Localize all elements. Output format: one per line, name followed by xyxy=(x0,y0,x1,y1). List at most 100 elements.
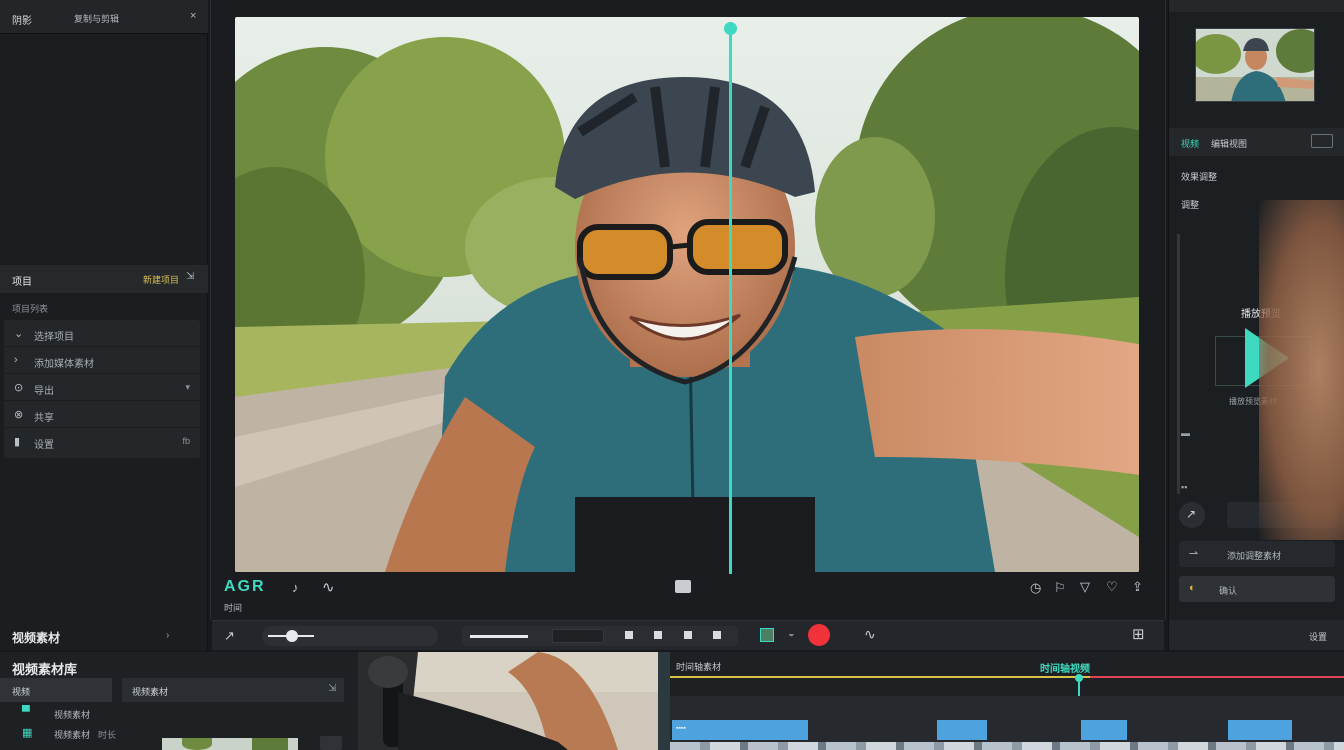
effect-adjust-label: 效果调整 xyxy=(1181,172,1218,182)
left-top-title[interactable]: 阴影 xyxy=(12,12,32,27)
timeline-panel: 时间轴素材 时间轴视频 ▪▪▪▪ xyxy=(670,652,1344,750)
volume-slider-track[interactable] xyxy=(262,626,438,646)
media-library-title: 视频素材库 xyxy=(12,662,78,677)
list-item-label: 共享 xyxy=(34,413,54,424)
cyclist-photo xyxy=(235,17,1139,572)
project-section-title: 项目 xyxy=(12,277,32,288)
audio-icon[interactable]: ♪ xyxy=(292,580,299,595)
add-adjust-label: 添加调整素材 xyxy=(1227,551,1282,561)
share-icon: ⊗ xyxy=(14,409,24,421)
thumbnail-photo xyxy=(1196,29,1314,101)
step-square-3[interactable] xyxy=(684,631,692,639)
new-project-link[interactable]: 新建项目 xyxy=(143,273,179,286)
chevron-down-icon: ⌄ xyxy=(14,328,24,340)
left-top-bar: 阴影 复制与剪辑 × xyxy=(0,0,208,34)
confirm-button[interactable]: ◐ 确认 xyxy=(1179,576,1335,602)
list-item-label: 添加媒体素材 xyxy=(34,359,94,370)
media-row-two-label[interactable]: 视频素材 xyxy=(54,728,90,741)
media-library-panel: 视频素材库 视频 视频素材 ⇲ ▀ 视频素材 ▦ 视频素材 时长 xyxy=(0,652,358,750)
media-tab-materials-label: 视频素材 xyxy=(132,687,169,697)
hand-overlay xyxy=(1259,200,1344,540)
project-action-list: ⌄ 选择项目 › 添加媒体素材 ⊙ 导出 ▾ ⊗ 共享 ▮ 设置 fb xyxy=(4,320,200,458)
step-square-2[interactable] xyxy=(654,631,662,639)
timecode-display: AGR xyxy=(224,578,266,595)
clip-block[interactable] xyxy=(937,720,987,740)
add-adjust-control[interactable]: ⇀ 添加调整素材 xyxy=(1179,541,1335,567)
right-header-title: 编辑视图 xyxy=(1211,139,1248,149)
left-top-subtitle[interactable]: 复制与剪辑 xyxy=(74,12,119,25)
step-square-1[interactable] xyxy=(625,631,633,639)
panel-toggle-icon[interactable] xyxy=(1311,134,1333,148)
curve-icon[interactable]: ↗ xyxy=(224,628,235,644)
waveform-icon[interactable]: ∿ xyxy=(322,578,335,596)
video-preview-image xyxy=(235,17,1139,572)
caption-icon[interactable] xyxy=(675,580,691,593)
close-icon[interactable]: × xyxy=(190,10,196,22)
right-header-tag: 视频 xyxy=(1181,139,1200,149)
clip-block[interactable] xyxy=(1228,720,1292,740)
list-item[interactable]: ⊙ 导出 ▾ xyxy=(4,374,200,401)
minus-icon[interactable]: ▬ xyxy=(1181,428,1190,438)
media-tab-video[interactable]: 视频 xyxy=(0,678,112,702)
chat-icon[interactable]: ◒ xyxy=(788,628,795,640)
clip-block[interactable]: ▪▪▪▪ xyxy=(672,720,808,740)
right-footer-label[interactable]: 设置 xyxy=(1309,630,1327,643)
clock-icon[interactable]: ◷ xyxy=(1030,580,1041,596)
list-item-label: 导出 xyxy=(34,386,54,397)
export-circle-icon: ⊙ xyxy=(14,382,24,394)
wave-icon[interactable]: ∿ xyxy=(864,626,876,643)
right-footer: 设置 xyxy=(1169,620,1344,650)
scrub-track[interactable] xyxy=(462,626,738,646)
confirm-label: 确认 xyxy=(1219,586,1238,596)
left-panel: 阴影 复制与剪辑 × 项目 新建项目 ⇲ 项目列表 ⌄ 选择项目 › 添加媒体素… xyxy=(0,0,208,650)
pin-icon[interactable]: ♡ xyxy=(1106,579,1118,595)
chevron-right-icon: › xyxy=(14,354,18,366)
vertical-slider[interactable] xyxy=(1177,234,1180,494)
caret-down-icon: ▾ xyxy=(185,382,190,392)
handlebar-photo xyxy=(358,652,670,750)
grid-icon[interactable]: ⊞ xyxy=(1132,625,1145,643)
list-item-label: 选择项目 xyxy=(34,332,74,343)
timecode-label: 时间 xyxy=(224,603,243,613)
arrow-icon: ⇀ xyxy=(1189,548,1199,560)
record-button[interactable] xyxy=(808,624,830,646)
right-panel: 视频 编辑视图 效果调整 调整 播放预览 播放预览素材 ▬ ▪▪ ↗ ⇀ 添加调… xyxy=(1168,0,1344,650)
list-item[interactable]: ⌄ 选择项目 xyxy=(4,320,200,347)
list-item[interactable]: ▮ 设置 fb xyxy=(4,428,200,455)
list-item[interactable]: ⊗ 共享 xyxy=(4,401,200,428)
right-top-bar xyxy=(1169,0,1344,12)
media-tab-materials[interactable]: 视频素材 ⇲ xyxy=(122,678,344,702)
project-list-subheader: 项目列表 xyxy=(12,304,49,314)
clip-block[interactable] xyxy=(1081,720,1127,740)
export-icon[interactable]: ⇲ xyxy=(186,271,194,282)
playhead-handle[interactable] xyxy=(724,22,737,35)
list-item[interactable]: › 添加媒体素材 xyxy=(4,347,200,374)
media-row-two-end: 时长 xyxy=(98,730,117,740)
media-more-button[interactable] xyxy=(320,736,342,750)
media-row-two-icon: ▦ xyxy=(22,727,33,739)
flag-icon[interactable]: ⚐ xyxy=(1054,580,1066,596)
timeline-playhead-knob[interactable] xyxy=(1075,674,1083,682)
timeline-center-label: 时间轴视频 xyxy=(1040,664,1090,675)
expand-icon[interactable]: ⇲ xyxy=(328,683,336,694)
viewer-toolbar: ↗ ◒ ∿ ⊞ xyxy=(212,620,1164,650)
media-thumbnail[interactable] xyxy=(162,738,298,750)
dots-icon[interactable]: ▪▪ xyxy=(1181,482,1187,492)
curve-tool-button[interactable]: ↗ xyxy=(1179,502,1205,528)
footer-action-icon[interactable]: › xyxy=(166,630,169,641)
comment-icon[interactable]: ▽ xyxy=(1080,579,1090,595)
step-square-4[interactable] xyxy=(713,631,721,639)
project-section-header: 项目 新建项目 ⇲ xyxy=(0,265,208,293)
confirm-icon: ◐ xyxy=(1189,582,1196,594)
list-item-label: 设置 xyxy=(34,440,54,451)
timeline-left-label: 时间轴素材 xyxy=(676,662,722,672)
share-icon[interactable]: ⇪ xyxy=(1132,579,1143,595)
volume-slider-knob[interactable] xyxy=(286,630,298,642)
timeline-ruler-end xyxy=(1090,676,1344,678)
playhead-line[interactable] xyxy=(729,22,732,574)
settings-bar-icon: ▮ xyxy=(14,436,21,448)
audio-track[interactable] xyxy=(670,742,1344,750)
thumbnail-preview[interactable] xyxy=(1195,28,1315,102)
media-row-one-label[interactable]: 视频素材 xyxy=(54,708,90,721)
marker-box[interactable] xyxy=(760,628,774,642)
